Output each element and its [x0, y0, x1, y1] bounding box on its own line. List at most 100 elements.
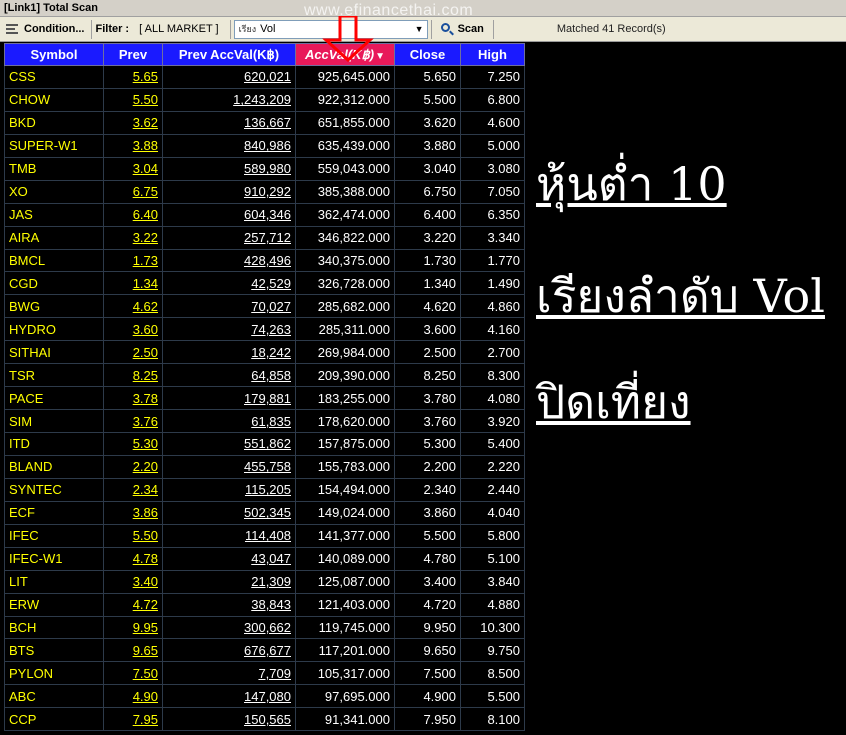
cell-prev-accval[interactable]: 43,047 [162, 546, 296, 571]
column-header-symbol[interactable]: Symbol [4, 43, 104, 66]
cell-prev[interactable]: 3.04 [103, 156, 163, 181]
cell-prev[interactable]: 3.78 [103, 386, 163, 411]
table-row[interactable]: CSS 5.65 620,021 925,645.000 5.650 7.250 [4, 65, 525, 89]
cell-prev-accval[interactable]: 455,758 [162, 454, 296, 479]
cell-prev[interactable]: 1.73 [103, 248, 163, 273]
cell-prev[interactable]: 2.34 [103, 477, 163, 502]
chevron-down-icon[interactable]: ▼ [415, 24, 424, 34]
cell-prev-accval[interactable]: 1,243,209 [162, 87, 296, 112]
table-row[interactable]: BTS 9.65 676,677 117,201.000 9.650 9.750 [4, 638, 525, 663]
table-row[interactable]: JAS 6.40 604,346 362,474.000 6.400 6.350 [4, 202, 525, 227]
cell-prev[interactable]: 5.65 [103, 65, 163, 89]
cell-prev-accval[interactable]: 589,980 [162, 156, 296, 181]
cell-prev-accval[interactable]: 114,408 [162, 523, 296, 548]
table-row[interactable]: IFEC 5.50 114,408 141,377.000 5.500 5.800 [4, 523, 525, 548]
table-row[interactable]: AIRA 3.22 257,712 346,822.000 3.220 3.340 [4, 225, 525, 250]
cell-prev[interactable]: 5.50 [103, 87, 163, 112]
cell-prev[interactable]: 1.34 [103, 271, 163, 296]
cell-prev[interactable]: 2.50 [103, 340, 163, 365]
table-row[interactable]: SIM 3.76 61,835 178,620.000 3.760 3.920 [4, 409, 525, 433]
column-header-prev-accval[interactable]: Prev AccVal(K฿) [162, 43, 296, 66]
table-row[interactable]: BKD 3.62 136,667 651,855.000 3.620 4.600 [4, 110, 525, 135]
condition-button[interactable]: Condition... [0, 19, 88, 40]
table-row[interactable]: BCH 9.95 300,662 119,745.000 9.950 10.300 [4, 615, 525, 640]
table-row[interactable]: ERW 4.72 38,843 121,403.000 4.720 4.880 [4, 592, 525, 617]
cell-prev-accval[interactable]: 179,881 [162, 386, 296, 411]
cell-prev[interactable]: 4.78 [103, 546, 163, 571]
table-row[interactable]: PYLON 7.50 7,709 105,317.000 7.500 8.500 [4, 661, 525, 686]
cell-prev-accval[interactable]: 428,496 [162, 248, 296, 273]
table-row[interactable]: HYDRO 3.60 74,263 285,311.000 3.600 4.160 [4, 317, 525, 342]
cell-prev[interactable]: 4.72 [103, 592, 163, 617]
cell-prev[interactable]: 4.90 [103, 684, 163, 709]
cell-prev[interactable]: 3.88 [103, 133, 163, 158]
cell-prev-accval[interactable]: 64,858 [162, 363, 296, 388]
table-row[interactable]: PACE 3.78 179,881 183,255.000 3.780 4.080 [4, 386, 525, 411]
scan-button[interactable]: Scan [435, 22, 490, 36]
table-row[interactable]: ECF 3.86 502,345 149,024.000 3.860 4.040 [4, 500, 525, 525]
table-row[interactable]: SUPER-W1 3.88 840,986 635,439.000 3.880 5.000 [4, 133, 525, 158]
cell-prev[interactable]: 9.95 [103, 615, 163, 640]
cell-prev-accval[interactable]: 840,986 [162, 133, 296, 158]
column-header-high[interactable]: High [460, 43, 525, 66]
table-row[interactable]: BWG 4.62 70,027 285,682.000 4.620 4.860 [4, 294, 525, 319]
table-row[interactable]: BLAND 2.20 455,758 155,783.000 2.200 2.220 [4, 454, 525, 479]
cell-prev-accval[interactable]: 676,677 [162, 638, 296, 663]
table-row[interactable]: CGD 1.34 42,529 326,728.000 1.340 1.490 [4, 271, 525, 296]
cell-prev[interactable]: 6.40 [103, 202, 163, 227]
cell-prev-accval[interactable]: 42,529 [162, 271, 296, 296]
cell-prev[interactable]: 5.30 [103, 432, 163, 456]
cell-prev[interactable]: 9.65 [103, 638, 163, 663]
column-header-prev[interactable]: Prev [103, 43, 163, 66]
cell-prev-accval[interactable]: 257,712 [162, 225, 296, 250]
table-row[interactable]: ITD 5.30 551,862 157,875.000 5.300 5.400 [4, 432, 525, 456]
cell-prev-accval[interactable]: 150,565 [162, 707, 296, 732]
cell-prev-accval[interactable]: 147,080 [162, 684, 296, 709]
cell-prev-accval[interactable]: 18,242 [162, 340, 296, 365]
cell-prev[interactable]: 7.50 [103, 661, 163, 686]
cell-prev-accval[interactable]: 7,709 [162, 661, 296, 686]
cell-close: 6.400 [394, 202, 461, 227]
cell-prev[interactable]: 5.50 [103, 523, 163, 548]
table-header-row: Symbol Prev Prev AccVal(K฿) AccVal(K฿)▼ … [4, 43, 525, 66]
cell-prev-accval[interactable]: 38,843 [162, 592, 296, 617]
table-row[interactable]: XO 6.75 910,292 385,388.000 6.750 7.050 [4, 179, 525, 204]
cell-prev-accval[interactable]: 21,309 [162, 569, 296, 594]
cell-symbol: ITD [4, 432, 104, 456]
table-row[interactable]: TMB 3.04 589,980 559,043.000 3.040 3.080 [4, 156, 525, 181]
table-row[interactable]: ABC 4.90 147,080 97,695.000 4.900 5.500 [4, 684, 525, 709]
cell-prev[interactable]: 3.22 [103, 225, 163, 250]
table-row[interactable]: TSR 8.25 64,858 209,390.000 8.250 8.300 [4, 363, 525, 388]
cell-prev-accval[interactable]: 502,345 [162, 500, 296, 525]
cell-prev[interactable]: 3.86 [103, 500, 163, 525]
cell-prev-accval[interactable]: 620,021 [162, 65, 296, 89]
cell-prev-accval[interactable]: 70,027 [162, 294, 296, 319]
cell-prev[interactable]: 4.62 [103, 294, 163, 319]
table-row[interactable]: CCP 7.95 150,565 91,341.000 7.950 8.100 [4, 707, 525, 732]
cell-prev-accval[interactable]: 136,667 [162, 110, 296, 135]
cell-prev[interactable]: 3.76 [103, 409, 163, 433]
cell-prev-accval[interactable]: 910,292 [162, 179, 296, 204]
cell-prev-accval[interactable]: 115,205 [162, 477, 296, 502]
filter-market-button[interactable]: [ ALL MARKET ] [135, 19, 222, 40]
table-row[interactable]: BMCL 1.73 428,496 340,375.000 1.730 1.770 [4, 248, 525, 273]
cell-close: 3.760 [394, 409, 461, 433]
cell-prev[interactable]: 3.62 [103, 110, 163, 135]
cell-prev-accval[interactable]: 74,263 [162, 317, 296, 342]
table-row[interactable]: LIT 3.40 21,309 125,087.000 3.400 3.840 [4, 569, 525, 594]
cell-prev-accval[interactable]: 604,346 [162, 202, 296, 227]
cell-prev[interactable]: 7.95 [103, 707, 163, 732]
cell-prev[interactable]: 3.60 [103, 317, 163, 342]
cell-prev-accval[interactable]: 300,662 [162, 615, 296, 640]
cell-prev[interactable]: 8.25 [103, 363, 163, 388]
cell-prev-accval[interactable]: 61,835 [162, 409, 296, 433]
table-row[interactable]: SYNTEC 2.34 115,205 154,494.000 2.340 2.440 [4, 477, 525, 502]
cell-prev[interactable]: 2.20 [103, 454, 163, 479]
cell-prev-accval[interactable]: 551,862 [162, 432, 296, 456]
cell-prev[interactable]: 6.75 [103, 179, 163, 204]
cell-prev[interactable]: 3.40 [103, 569, 163, 594]
table-row[interactable]: SITHAI 2.50 18,242 269,984.000 2.500 2.700 [4, 340, 525, 365]
table-row[interactable]: CHOW 5.50 1,243,209 922,312.000 5.500 6.800 [4, 87, 525, 112]
column-header-close[interactable]: Close [394, 43, 461, 66]
table-row[interactable]: IFEC-W1 4.78 43,047 140,089.000 4.780 5.100 [4, 546, 525, 571]
